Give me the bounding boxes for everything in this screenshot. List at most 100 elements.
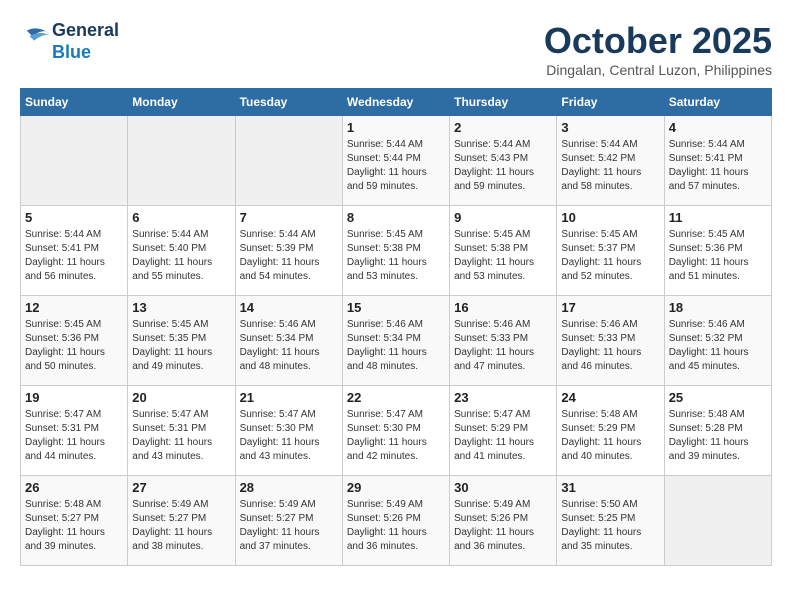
day-number: 10 [561,210,659,225]
day-info: Sunrise: 5:44 AMSunset: 5:43 PMDaylight:… [454,138,552,194]
logo-line1: General [52,20,119,42]
day-info: Sunrise: 5:49 AMSunset: 5:27 PMDaylight:… [240,498,338,554]
day-number: 2 [454,120,552,135]
day-info: Sunrise: 5:44 AMSunset: 5:42 PMDaylight:… [561,138,659,194]
day-number: 25 [669,390,767,405]
day-info: Sunrise: 5:48 AMSunset: 5:28 PMDaylight:… [669,408,767,464]
day-info: Sunrise: 5:45 AMSunset: 5:38 PMDaylight:… [454,228,552,284]
day-info: Sunrise: 5:45 AMSunset: 5:36 PMDaylight:… [669,228,767,284]
day-number: 14 [240,300,338,315]
day-number: 5 [25,210,123,225]
day-cell: 28 Sunrise: 5:49 AMSunset: 5:27 PMDayligh… [235,476,342,566]
day-info: Sunrise: 5:47 AMSunset: 5:29 PMDaylight:… [454,408,552,464]
location-title: Dingalan, Central Luzon, Philippines [544,62,772,78]
day-number: 21 [240,390,338,405]
day-info: Sunrise: 5:46 AMSunset: 5:34 PMDaylight:… [347,318,445,374]
day-cell: 4 Sunrise: 5:44 AMSunset: 5:41 PMDaylight… [664,116,771,206]
day-info: Sunrise: 5:45 AMSunset: 5:38 PMDaylight:… [347,228,445,284]
day-info: Sunrise: 5:44 AMSunset: 5:41 PMDaylight:… [25,228,123,284]
month-title: October 2025 [544,20,772,62]
day-info: Sunrise: 5:45 AMSunset: 5:37 PMDaylight:… [561,228,659,284]
weekday-header-thursday: Thursday [450,89,557,116]
week-row-1: 1 Sunrise: 5:44 AMSunset: 5:44 PMDaylight… [21,116,772,206]
week-row-2: 5 Sunrise: 5:44 AMSunset: 5:41 PMDaylight… [21,206,772,296]
day-cell [235,116,342,206]
day-cell: 10 Sunrise: 5:45 AMSunset: 5:37 PMDayligh… [557,206,664,296]
day-number: 27 [132,480,230,495]
day-number: 6 [132,210,230,225]
day-number: 17 [561,300,659,315]
day-cell: 31 Sunrise: 5:50 AMSunset: 5:25 PMDayligh… [557,476,664,566]
day-info: Sunrise: 5:45 AMSunset: 5:35 PMDaylight:… [132,318,230,374]
week-row-5: 26Sunrise: 5:48 AMSunset: 5:27 PMDayligh… [21,476,772,566]
day-number: 12 [25,300,123,315]
day-number: 8 [347,210,445,225]
day-cell: 24Sunrise: 5:48 AMSunset: 5:29 PMDayligh… [557,386,664,476]
weekday-header-wednesday: Wednesday [342,89,449,116]
day-cell: 22 Sunrise: 5:47 AMSunset: 5:30 PMDayligh… [342,386,449,476]
day-number: 31 [561,480,659,495]
day-info: Sunrise: 5:48 AMSunset: 5:29 PMDaylight:… [561,408,659,464]
header: General Blue October 2025 Dingalan, Cent… [20,20,772,78]
day-cell: 9 Sunrise: 5:45 AMSunset: 5:38 PMDaylight… [450,206,557,296]
day-cell: 2 Sunrise: 5:44 AMSunset: 5:43 PMDaylight… [450,116,557,206]
day-cell: 7Sunrise: 5:44 AMSunset: 5:39 PMDaylight… [235,206,342,296]
day-cell: 3 Sunrise: 5:44 AMSunset: 5:42 PMDaylight… [557,116,664,206]
day-info: Sunrise: 5:44 AMSunset: 5:40 PMDaylight:… [132,228,230,284]
day-info: Sunrise: 5:47 AMSunset: 5:30 PMDaylight:… [347,408,445,464]
day-cell: 23 Sunrise: 5:47 AMSunset: 5:29 PMDayligh… [450,386,557,476]
day-cell: 5 Sunrise: 5:44 AMSunset: 5:41 PMDaylight… [21,206,128,296]
day-number: 19 [25,390,123,405]
day-info: Sunrise: 5:49 AMSunset: 5:26 PMDaylight:… [347,498,445,554]
day-info: Sunrise: 5:49 AMSunset: 5:27 PMDaylight:… [132,498,230,554]
day-cell [128,116,235,206]
day-info: Sunrise: 5:50 AMSunset: 5:25 PMDaylight:… [561,498,659,554]
weekday-header-monday: Monday [128,89,235,116]
day-info: Sunrise: 5:46 AMSunset: 5:32 PMDaylight:… [669,318,767,374]
day-number: 3 [561,120,659,135]
day-cell: 17 Sunrise: 5:46 AMSunset: 5:33 PMDayligh… [557,296,664,386]
day-info: Sunrise: 5:47 AMSunset: 5:31 PMDaylight:… [25,408,123,464]
day-info: Sunrise: 5:46 AMSunset: 5:33 PMDaylight:… [561,318,659,374]
day-info: Sunrise: 5:46 AMSunset: 5:34 PMDaylight:… [240,318,338,374]
day-number: 4 [669,120,767,135]
day-number: 23 [454,390,552,405]
day-cell: 25 Sunrise: 5:48 AMSunset: 5:28 PMDayligh… [664,386,771,476]
day-number: 1 [347,120,445,135]
day-number: 11 [669,210,767,225]
day-cell: 21 Sunrise: 5:47 AMSunset: 5:30 PMDayligh… [235,386,342,476]
day-info: Sunrise: 5:45 AMSunset: 5:36 PMDaylight:… [25,318,123,374]
day-number: 30 [454,480,552,495]
day-number: 29 [347,480,445,495]
day-cell: 15 Sunrise: 5:46 AMSunset: 5:34 PMDayligh… [342,296,449,386]
day-number: 13 [132,300,230,315]
day-cell: 18 Sunrise: 5:46 AMSunset: 5:32 PMDayligh… [664,296,771,386]
weekday-header-row: SundayMondayTuesdayWednesdayThursdayFrid… [21,89,772,116]
day-number: 16 [454,300,552,315]
day-cell: 12 Sunrise: 5:45 AMSunset: 5:36 PMDayligh… [21,296,128,386]
day-cell: 6 Sunrise: 5:44 AMSunset: 5:40 PMDaylight… [128,206,235,296]
day-cell: 16Sunrise: 5:46 AMSunset: 5:33 PMDayligh… [450,296,557,386]
day-cell: 30 Sunrise: 5:49 AMSunset: 5:26 PMDayligh… [450,476,557,566]
weekday-header-friday: Friday [557,89,664,116]
day-number: 20 [132,390,230,405]
day-info: Sunrise: 5:48 AMSunset: 5:27 PMDaylight:… [25,498,123,554]
week-row-3: 12 Sunrise: 5:45 AMSunset: 5:36 PMDayligh… [21,296,772,386]
day-info: Sunrise: 5:44 AMSunset: 5:44 PMDaylight:… [347,138,445,194]
day-cell: 19 Sunrise: 5:47 AMSunset: 5:31 PMDayligh… [21,386,128,476]
day-number: 18 [669,300,767,315]
day-number: 7 [240,210,338,225]
weekday-header-sunday: Sunday [21,89,128,116]
logo-line2: Blue [52,42,119,64]
day-number: 15 [347,300,445,315]
day-number: 22 [347,390,445,405]
day-info: Sunrise: 5:47 AMSunset: 5:30 PMDaylight:… [240,408,338,464]
day-number: 9 [454,210,552,225]
day-info: Sunrise: 5:44 AMSunset: 5:41 PMDaylight:… [669,138,767,194]
day-info: Sunrise: 5:49 AMSunset: 5:26 PMDaylight:… [454,498,552,554]
logo-icon [24,25,52,53]
day-number: 28 [240,480,338,495]
weekday-header-tuesday: Tuesday [235,89,342,116]
day-cell: 27 Sunrise: 5:49 AMSunset: 5:27 PMDayligh… [128,476,235,566]
calendar-table: SundayMondayTuesdayWednesdayThursdayFrid… [20,88,772,566]
